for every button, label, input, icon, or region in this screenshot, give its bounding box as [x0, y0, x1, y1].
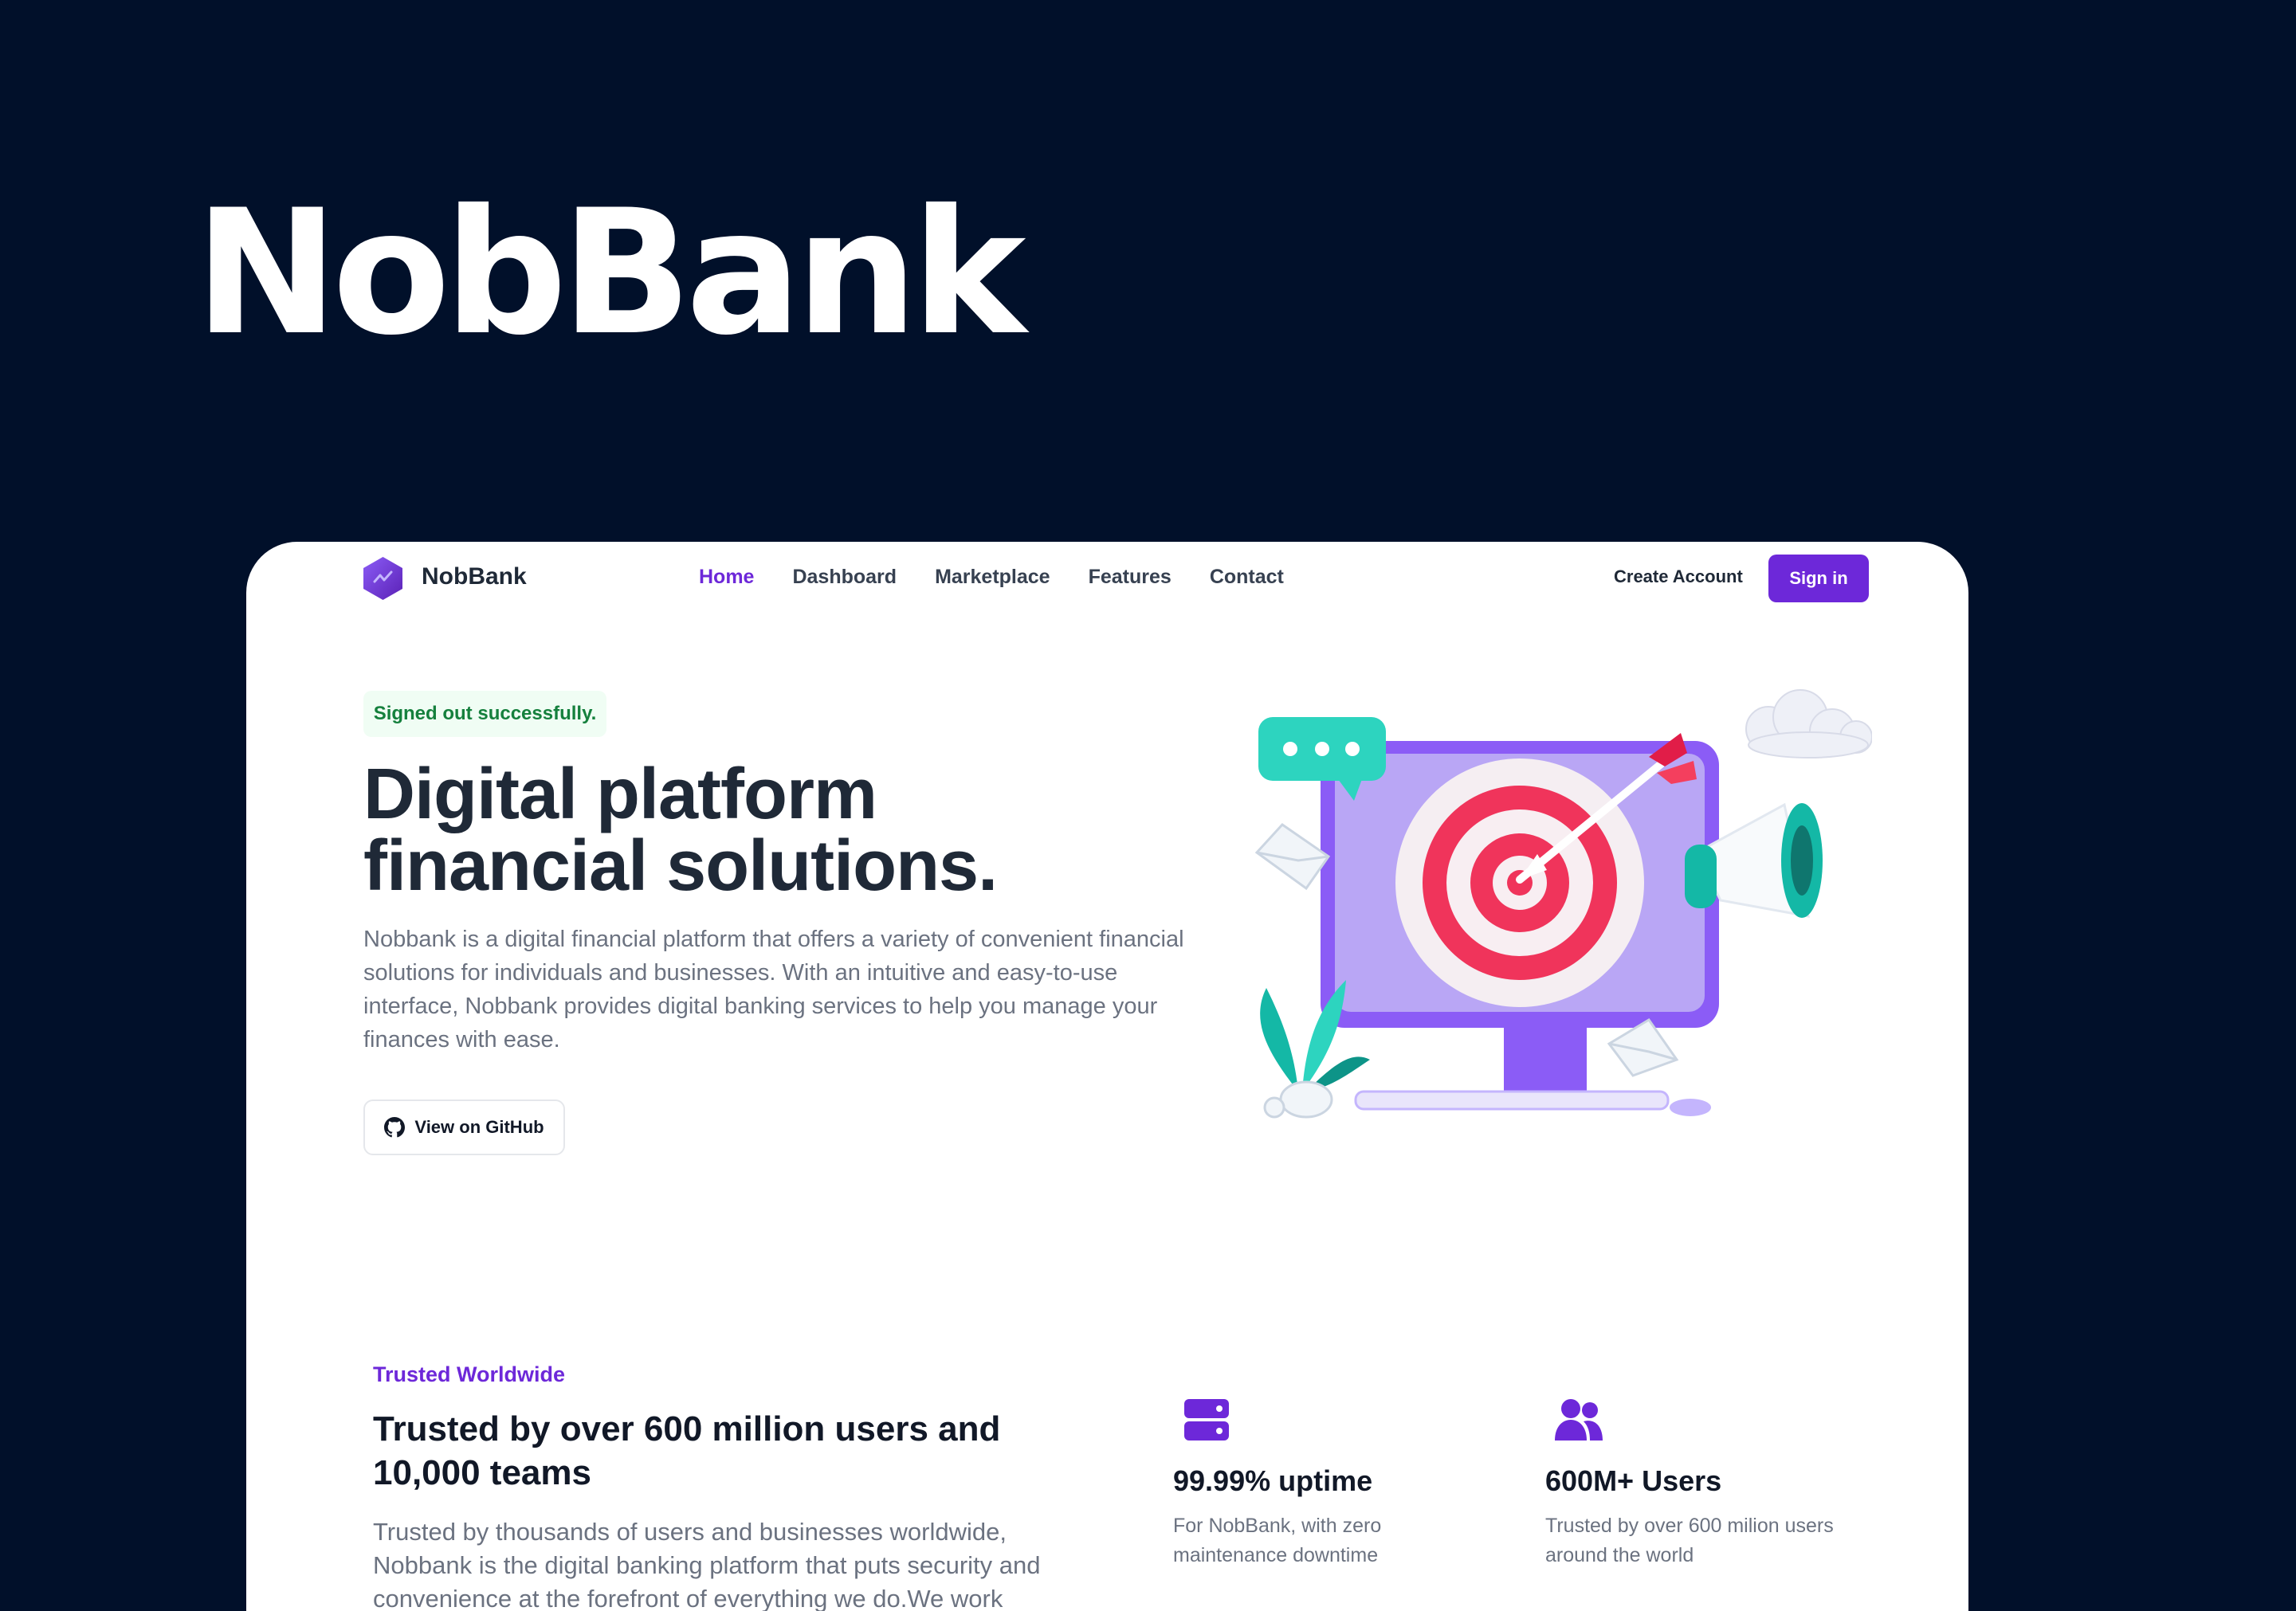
hero-title-line-1: Digital platform: [363, 755, 877, 834]
stat-users-description: Trusted by over 600 milion users around …: [1545, 1515, 1834, 1566]
nav-links: Home Dashboard Marketplace Features Cont…: [699, 561, 1322, 593]
monitor-stand-icon: [1504, 1018, 1587, 1098]
page-brand-heading: NobBank: [194, 173, 1026, 373]
trusted-heading: Trusted by over 600 million users and 10…: [373, 1407, 1034, 1495]
nav-link-home[interactable]: Home: [699, 561, 754, 593]
cloud-icon: [1745, 689, 1872, 758]
envelope-icon: [1607, 1017, 1679, 1077]
hexagon-logo-icon[interactable]: [362, 555, 404, 602]
sign-in-button[interactable]: Sign in: [1768, 555, 1869, 602]
nav-brand-name[interactable]: NobBank: [422, 561, 527, 593]
hero-title-line-2: financial solutions.: [363, 826, 998, 906]
nav-link-marketplace[interactable]: Marketplace: [935, 561, 1050, 593]
signed-out-alert: Signed out successfully.: [363, 691, 606, 737]
create-account-link[interactable]: Create Account: [1614, 561, 1743, 593]
nav-link-features[interactable]: Features: [1089, 561, 1172, 593]
github-icon: [384, 1117, 406, 1138]
trusted-eyebrow: Trusted Worldwide: [373, 1362, 566, 1386]
website-preview: NobBank Home Dashboard Marketplace Featu…: [246, 542, 1968, 1611]
trusted-heading-line-1: Trusted by over 600 million users and: [373, 1409, 1001, 1448]
trusted-description: Trusted by thousands of users and busine…: [373, 1518, 1041, 1611]
nav-link-dashboard[interactable]: Dashboard: [792, 561, 897, 593]
stat-uptime-description: For NobBank, with zero maintenance downt…: [1173, 1515, 1382, 1566]
hero-description: Nobbank is a digital financial platform …: [363, 927, 1184, 1052]
users-icon: [1555, 1399, 1603, 1440]
target-monitor-illustration: [1254, 689, 1872, 1119]
server-icon: [1184, 1399, 1229, 1440]
stat-users: 600M+ Users Trusted by over 600 milion u…: [1545, 1394, 1880, 1570]
stat-users-title: 600M+ Users: [1545, 1464, 1722, 1497]
view-on-github-button[interactable]: View on GitHub: [363, 1099, 565, 1155]
stat-uptime: 99.99% uptime For NobBank, with zero mai…: [1173, 1394, 1508, 1570]
trusted-heading-line-2: 10,000 teams: [373, 1453, 591, 1492]
stat-uptime-title: 99.99% uptime: [1173, 1464, 1373, 1497]
envelope-icon: [1254, 823, 1331, 891]
github-button-label: View on GitHub: [414, 1117, 544, 1137]
nav-link-contact[interactable]: Contact: [1210, 561, 1284, 593]
hero-title: Digital platform financial solutions.: [363, 758, 1081, 902]
